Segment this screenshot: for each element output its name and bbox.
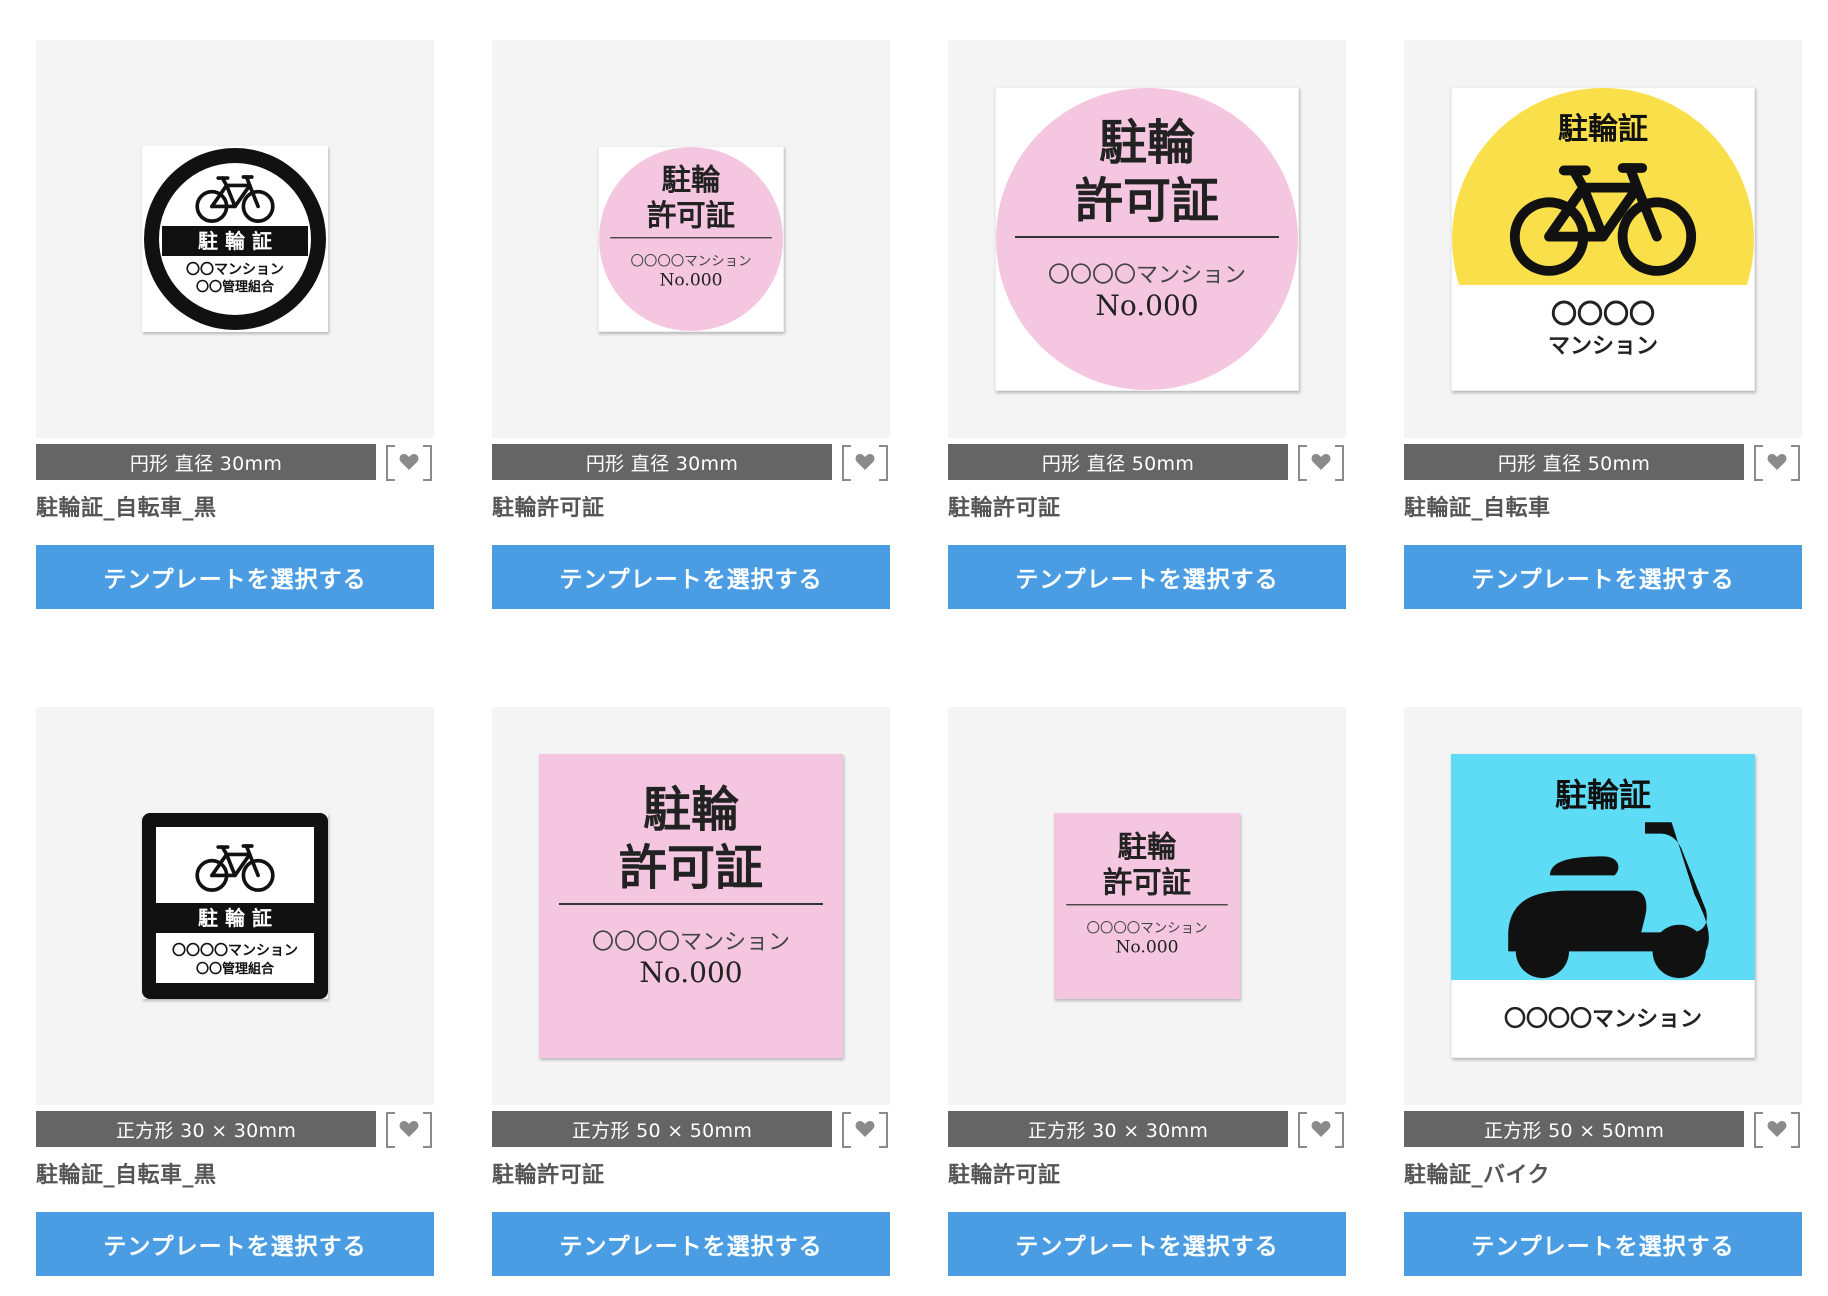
- sticker-title: 駐 輪 証: [198, 906, 272, 930]
- sticker-line: 〇〇管理組合: [196, 279, 275, 295]
- sticker-title: 許可証: [1075, 173, 1219, 229]
- select-template-button[interactable]: テンプレートを選択する: [36, 545, 434, 609]
- sticker-line: マンション: [1548, 334, 1658, 359]
- template-card: 駐輪 許可証 〇〇〇〇マンション No.000 円形 直径 50mm 駐輪許可証 テン…: [948, 40, 1346, 609]
- sticker-title: 許可証: [647, 198, 735, 233]
- size-badge: 円形 直径 30mm: [492, 444, 832, 480]
- heart-icon: [855, 1121, 875, 1137]
- favorite-button[interactable]: [386, 445, 432, 481]
- sticker-title: 駐輪: [1118, 829, 1177, 864]
- sticker-title: 駐輪: [643, 782, 739, 838]
- select-template-button[interactable]: テンプレートを選択する: [1404, 1212, 1802, 1276]
- favorite-button[interactable]: [1298, 1112, 1344, 1148]
- sticker-line: 〇〇管理組合: [196, 961, 275, 977]
- template-preview[interactable]: 駐輪 許可証〇〇〇〇マンション No.000: [492, 40, 890, 438]
- template-name: 駐輪許可証: [948, 1163, 1061, 1188]
- sticker-line: 〇〇〇〇マンション: [630, 253, 751, 269]
- template-preview[interactable]: 駐輪 許可証〇〇〇〇マンション No.000: [948, 707, 1346, 1105]
- sticker-title: 駐輪証: [1555, 776, 1651, 814]
- heart-icon: [855, 454, 875, 470]
- template-preview[interactable]: 駐輪証〇〇〇〇マンション: [1404, 707, 1802, 1105]
- sticker-line: 〇〇〇〇マンション: [1086, 920, 1207, 936]
- template-name: 駐輪証_自転車_黒: [36, 1163, 217, 1188]
- sticker-title: 許可証: [1103, 865, 1191, 900]
- template-card: 駐 輪 証〇〇〇〇マンション 〇〇管理組合 正方形 30 × 30mm 駐輪証_自…: [36, 707, 434, 1276]
- sticker-number: No.000: [659, 271, 722, 291]
- template-name: 駐輪証_バイク: [1404, 1163, 1551, 1188]
- sticker-thumbnail: 駐輪許可証〇〇〇〇マンションNo.000: [995, 87, 1299, 391]
- sticker-line: 〇〇〇〇マンション: [1048, 263, 1246, 288]
- favorite-button[interactable]: [1754, 445, 1800, 481]
- template-card: 駐輪 許可証 〇〇〇〇マンション No.000 正方形 30 × 30mm 駐輪許可証…: [948, 707, 1346, 1276]
- sticker-number: No.000: [1115, 938, 1178, 958]
- size-badge: 正方形 50 × 50mm: [1404, 1111, 1744, 1147]
- favorite-button[interactable]: [842, 1112, 888, 1148]
- template-name: 駐輪許可証: [492, 1163, 605, 1188]
- select-template-button[interactable]: テンプレートを選択する: [36, 1212, 434, 1276]
- heart-icon: [1311, 1121, 1331, 1137]
- sticker-thumbnail: 駐輪証〇〇〇〇マンション: [1451, 754, 1755, 1058]
- template-preview[interactable]: 駐 輪 証〇〇〇〇マンション 〇〇管理組合: [36, 707, 434, 1105]
- sticker-title: 駐輪証: [1558, 112, 1648, 147]
- sticker-thumbnail: 駐輪許可証〇〇〇〇マンションNo.000: [539, 754, 843, 1058]
- template-grid: 駐 輪 証〇〇マンション 〇〇管理組合 円形 直径 30mm 駐輪証_自転車_黒 …: [36, 40, 1802, 1276]
- template-card: 駐輪 許可証 〇〇〇〇マンション No.000 円形 直径 30mm 駐輪許可証 テン…: [492, 40, 890, 609]
- template-name: 駐輪許可証: [948, 496, 1061, 521]
- sticker-title: 駐輪: [1099, 115, 1195, 171]
- heart-icon: [399, 454, 419, 470]
- template-card: 駐輪証〇〇〇〇マンション 円形 直径 50mm 駐輪証_自転車 テンプレートを選…: [1404, 40, 1802, 609]
- template-preview[interactable]: 駐 輪 証〇〇マンション 〇〇管理組合: [36, 40, 434, 438]
- heart-icon: [1311, 454, 1331, 470]
- template-preview[interactable]: 駐輪証〇〇〇〇マンション: [1404, 40, 1802, 438]
- sticker-line: 〇〇〇〇マンション: [172, 942, 298, 959]
- sticker-number: No.000: [639, 956, 742, 989]
- size-badge: 正方形 30 × 30mm: [36, 1111, 376, 1147]
- favorite-button[interactable]: [386, 1112, 432, 1148]
- select-template-button[interactable]: テンプレートを選択する: [948, 1212, 1346, 1276]
- template-preview[interactable]: 駐輪 許可証〇〇〇〇マンション No.000: [948, 40, 1346, 438]
- sticker-line: 〇〇〇〇マンション: [592, 930, 790, 955]
- select-template-button[interactable]: テンプレートを選択する: [1404, 545, 1802, 609]
- select-template-button[interactable]: テンプレートを選択する: [492, 1212, 890, 1276]
- heart-icon: [1767, 1121, 1787, 1137]
- sticker-title: 許可証: [619, 840, 763, 896]
- favorite-button[interactable]: [842, 445, 888, 481]
- sticker-panel: [156, 827, 314, 903]
- template-card: 駐輪証〇〇〇〇マンション 正方形 50 × 50mm 駐輪証_バイク テンプレー…: [1404, 707, 1802, 1276]
- size-badge: 円形 直径 30mm: [36, 444, 376, 480]
- template-preview[interactable]: 駐輪 許可証〇〇〇〇マンション No.000: [492, 707, 890, 1105]
- sticker-thumbnail: 駐輪許可証〇〇〇〇マンション No.000: [598, 146, 784, 332]
- sticker-number: No.000: [1095, 289, 1198, 322]
- sticker-line: 〇〇マンション: [186, 261, 284, 278]
- sticker-line: 〇〇〇〇マンション: [1504, 1007, 1702, 1032]
- heart-icon: [1767, 454, 1787, 470]
- favorite-button[interactable]: [1754, 1112, 1800, 1148]
- size-badge: 円形 直径 50mm: [1404, 444, 1744, 480]
- sticker-line: 〇〇〇〇: [1551, 300, 1655, 330]
- sticker-thumbnail: 駐 輪 証〇〇〇〇マンション〇〇管理組合: [142, 813, 328, 999]
- template-card: 駐 輪 証〇〇マンション 〇〇管理組合 円形 直径 30mm 駐輪証_自転車_黒 …: [36, 40, 434, 609]
- sticker-thumbnail: 駐輪証〇〇〇〇マンション: [1451, 87, 1755, 391]
- sticker-thumbnail: 駐輪許可証〇〇〇〇マンション No.000: [1054, 813, 1240, 999]
- sticker-thumbnail: 駐 輪 証〇〇マンション〇〇管理組合: [142, 146, 328, 332]
- size-badge: 円形 直径 50mm: [948, 444, 1288, 480]
- sticker-title: 駐 輪 証: [198, 229, 272, 253]
- sticker-title: 駐輪: [662, 162, 721, 197]
- template-name: 駐輪証_自転車_黒: [36, 496, 217, 521]
- size-badge: 正方形 30 × 30mm: [948, 1111, 1288, 1147]
- size-badge: 正方形 50 × 50mm: [492, 1111, 832, 1147]
- select-template-button[interactable]: テンプレートを選択する: [492, 545, 890, 609]
- template-name: 駐輪許可証: [492, 496, 605, 521]
- heart-icon: [399, 1121, 419, 1137]
- template-card: 駐輪 許可証 〇〇〇〇マンション No.000 正方形 50 × 50mm 駐輪許可証…: [492, 707, 890, 1276]
- select-template-button[interactable]: テンプレートを選択する: [948, 545, 1346, 609]
- template-name: 駐輪証_自転車: [1404, 496, 1551, 521]
- favorite-button[interactable]: [1298, 445, 1344, 481]
